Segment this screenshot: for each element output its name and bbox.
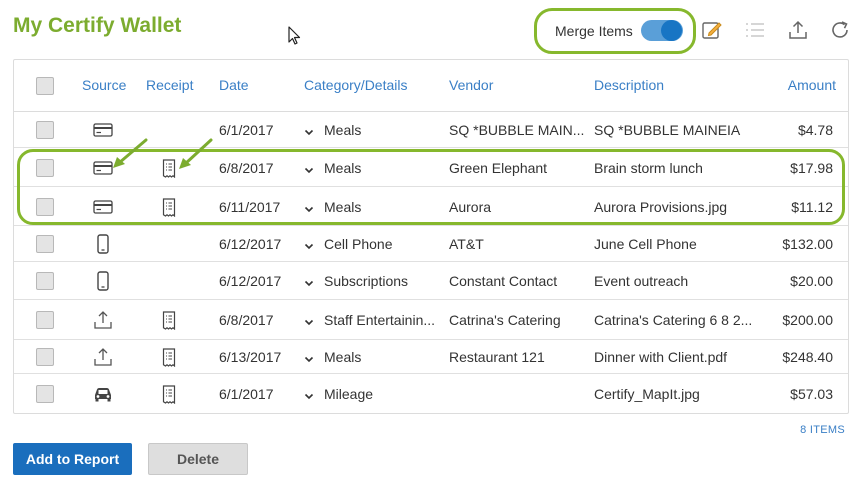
receipt-icon[interactable] (161, 384, 177, 404)
row-amount: $11.12 (791, 199, 833, 215)
chevron-down-icon[interactable] (303, 163, 315, 175)
row-checkbox[interactable] (36, 348, 54, 366)
row-category: Subscriptions (324, 273, 409, 289)
row-description: Aurora Provisions.jpg (594, 199, 728, 215)
export-icon[interactable] (786, 18, 810, 42)
row-description: Dinner with Client.pdf (594, 349, 728, 365)
receipt-icon[interactable] (161, 310, 177, 330)
row-checkbox[interactable] (36, 385, 54, 403)
receipt-icon[interactable] (161, 347, 177, 367)
row-amount: $200.00 (782, 312, 833, 328)
row-amount: $57.03 (790, 386, 833, 402)
row-category: Cell Phone (324, 236, 393, 252)
chevron-down-icon[interactable] (303, 276, 315, 288)
row-description: Certify_MapIt.jpg (594, 386, 700, 402)
select-all-checkbox[interactable] (36, 77, 54, 95)
delete-button[interactable]: Delete (148, 443, 248, 475)
mouse-cursor-icon (288, 26, 301, 45)
table-row[interactable]: 6/12/2017 Cell Phone AT&T June Cell Phone $1… (14, 226, 848, 262)
toggle-knob (661, 20, 682, 41)
item-count: 8 ITEMS (800, 424, 845, 436)
row-date: 6/8/2017 (219, 312, 274, 328)
row-checkbox[interactable] (36, 235, 54, 253)
column-date[interactable]: Date (219, 77, 249, 93)
row-category: Staff Entertainin... (324, 312, 436, 328)
row-amount: $248.40 (782, 349, 833, 365)
column-category[interactable]: Category/Details (304, 77, 408, 93)
upload-icon (92, 310, 114, 330)
list-icon[interactable] (743, 18, 767, 42)
merge-items-label: Merge Items (555, 23, 633, 39)
row-date: 6/12/2017 (219, 236, 282, 252)
phone-icon (92, 271, 114, 291)
page-title: My Certify Wallet (13, 14, 182, 37)
row-description: Catrina's Catering 6 8 2... (594, 312, 753, 328)
row-vendor: Restaurant 121 (449, 349, 545, 365)
chevron-down-icon[interactable] (303, 352, 315, 364)
merge-items-toggle[interactable] (641, 20, 683, 41)
table-row[interactable]: 6/12/2017 Subscriptions Constant Contact Ev… (14, 262, 848, 300)
upload-icon (92, 347, 114, 367)
row-checkbox[interactable] (36, 311, 54, 329)
row-description: Event outreach (594, 273, 689, 289)
chevron-down-icon[interactable] (303, 202, 315, 214)
phone-icon (92, 234, 114, 254)
row-vendor: Green Elephant (449, 160, 548, 176)
table-row[interactable]: 6/1/2017 Mileage Certify_MapIt.jpg $57.03 (14, 374, 848, 414)
row-amount: $20.00 (790, 273, 833, 289)
edit-icon[interactable] (700, 18, 724, 42)
row-date: 6/13/2017 (219, 349, 282, 365)
add-to-report-button[interactable]: Add to Report (13, 443, 132, 475)
row-vendor: SQ *BUBBLE MAIN... (449, 122, 584, 138)
table-header: Source Receipt Date Category/Details Ven… (14, 60, 848, 112)
refresh-icon[interactable] (828, 18, 852, 42)
wallet-table: Source Receipt Date Category/Details Ven… (13, 59, 849, 414)
row-date: 6/12/2017 (219, 273, 282, 289)
row-amount: $132.00 (782, 236, 833, 252)
row-category: Meals (324, 122, 362, 138)
chevron-down-icon[interactable] (303, 315, 315, 327)
row-category: Mileage (324, 386, 374, 402)
table-row[interactable]: 6/11/2017 Meals Aurora Aurora Provisions.jp… (14, 187, 848, 226)
column-receipt[interactable]: Receipt (146, 77, 193, 93)
row-category: Meals (324, 199, 362, 215)
row-checkbox[interactable] (36, 272, 54, 290)
row-date: 6/11/2017 (219, 199, 281, 215)
car-icon (92, 384, 114, 404)
row-description: June Cell Phone (594, 236, 697, 252)
column-description[interactable]: Description (594, 77, 664, 93)
row-category: Meals (324, 160, 362, 176)
row-category: Meals (324, 349, 362, 365)
chevron-down-icon[interactable] (303, 239, 315, 251)
row-vendor: Constant Contact (449, 273, 558, 289)
column-vendor[interactable]: Vendor (449, 77, 493, 93)
row-description: Brain storm lunch (594, 160, 703, 176)
row-date: 6/1/2017 (219, 386, 274, 402)
annotation-arrows (113, 138, 213, 169)
column-source[interactable]: Source (82, 77, 126, 93)
row-checkbox[interactable] (36, 198, 54, 216)
chevron-down-icon[interactable] (303, 125, 315, 137)
receipt-icon[interactable] (161, 197, 177, 217)
chevron-down-icon[interactable] (303, 389, 315, 401)
row-amount: $17.98 (790, 160, 833, 176)
row-checkbox[interactable] (36, 159, 54, 177)
table-row[interactable]: 6/13/2017 Meals Restaurant 121 Dinner with … (14, 340, 848, 374)
card-icon (92, 197, 114, 217)
merge-items-highlight: Merge Items (534, 8, 696, 54)
row-amount: $4.78 (797, 122, 833, 138)
row-vendor: AT&T (449, 236, 484, 252)
row-description: SQ *BUBBLE MAINEIA (594, 122, 741, 138)
column-amount[interactable]: Amount (788, 77, 836, 93)
table-row[interactable]: 6/8/2017 Staff Entertainin... Catrina's Ca… (14, 300, 848, 340)
row-vendor: Aurora (449, 199, 492, 215)
row-checkbox[interactable] (36, 121, 54, 139)
row-vendor: Catrina's Catering (449, 312, 561, 328)
